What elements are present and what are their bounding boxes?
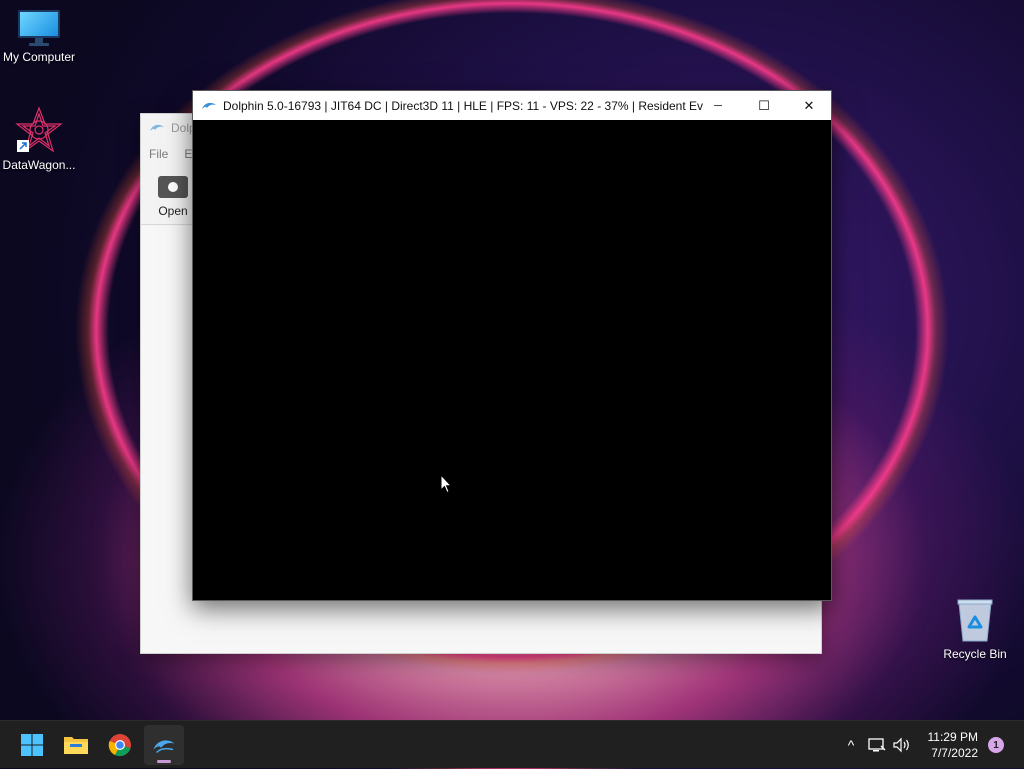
chrome-icon <box>108 734 131 757</box>
volume-icon[interactable] <box>892 737 912 753</box>
system-tray: ^ <box>840 721 912 769</box>
desktop-icon-label: DataWagon... <box>2 158 76 172</box>
desktop-icon-datawagon[interactable]: DataWagon... <box>0 106 81 172</box>
taskbar-file-explorer[interactable] <box>56 725 96 765</box>
desktop-icon-label: My Computer <box>2 50 76 64</box>
render-window-titlebar[interactable]: Dolphin 5.0-16793 | JIT64 DC | Direct3D … <box>193 91 831 120</box>
menu-file[interactable]: File <box>141 147 176 161</box>
windows-start-icon <box>21 734 43 756</box>
desktop-icon-my-computer[interactable]: My Computer <box>0 10 81 64</box>
start-button[interactable] <box>12 725 52 765</box>
open-button[interactable]: Open <box>149 176 197 218</box>
dolphin-render-window[interactable]: Dolphin 5.0-16793 | JIT64 DC | Direct3D … <box>192 90 832 601</box>
clock-time: 11:29 PM <box>927 730 978 744</box>
render-window-title: Dolphin 5.0-16793 | JIT64 DC | Direct3D … <box>223 98 703 113</box>
tray-overflow-chevron-icon[interactable]: ^ <box>840 737 862 753</box>
close-button[interactable]: ✕ <box>786 91 832 120</box>
recycle-bin-icon <box>955 597 995 643</box>
clock-date: 7/7/2022 <box>931 746 978 760</box>
desktop-icon-label: Recycle Bin <box>943 647 1007 661</box>
dolphin-icon <box>150 124 164 131</box>
maximize-icon: ☐ <box>758 97 770 113</box>
disc-icon <box>158 176 188 198</box>
taskbar-clock[interactable]: 11:29 PM 7/7/2022 <box>928 729 978 761</box>
network-icon[interactable] <box>868 737 886 753</box>
taskbar-dolphin[interactable] <box>144 725 184 765</box>
star-shortcut-icon <box>15 106 63 154</box>
taskbar-chrome[interactable] <box>100 725 140 765</box>
dolphin-icon <box>153 740 175 754</box>
taskbar: ^ 11:29 PM 7/7/2022 1 <box>0 720 1024 768</box>
notification-badge[interactable]: 1 <box>988 737 1004 753</box>
close-icon: ✕ <box>803 97 815 113</box>
maximize-button[interactable]: ☐ <box>741 91 787 120</box>
active-indicator <box>157 760 171 763</box>
minimize-icon: ─ <box>714 99 722 112</box>
folder-icon <box>64 737 88 754</box>
monitor-icon <box>18 10 60 46</box>
open-button-label: Open <box>158 204 188 218</box>
game-render-area[interactable] <box>193 120 831 600</box>
mouse-cursor-icon <box>440 474 452 494</box>
desktop-icon-recycle-bin[interactable]: Recycle Bin <box>933 597 1017 661</box>
dolphin-icon <box>202 102 216 109</box>
minimize-button[interactable]: ─ <box>695 91 741 120</box>
